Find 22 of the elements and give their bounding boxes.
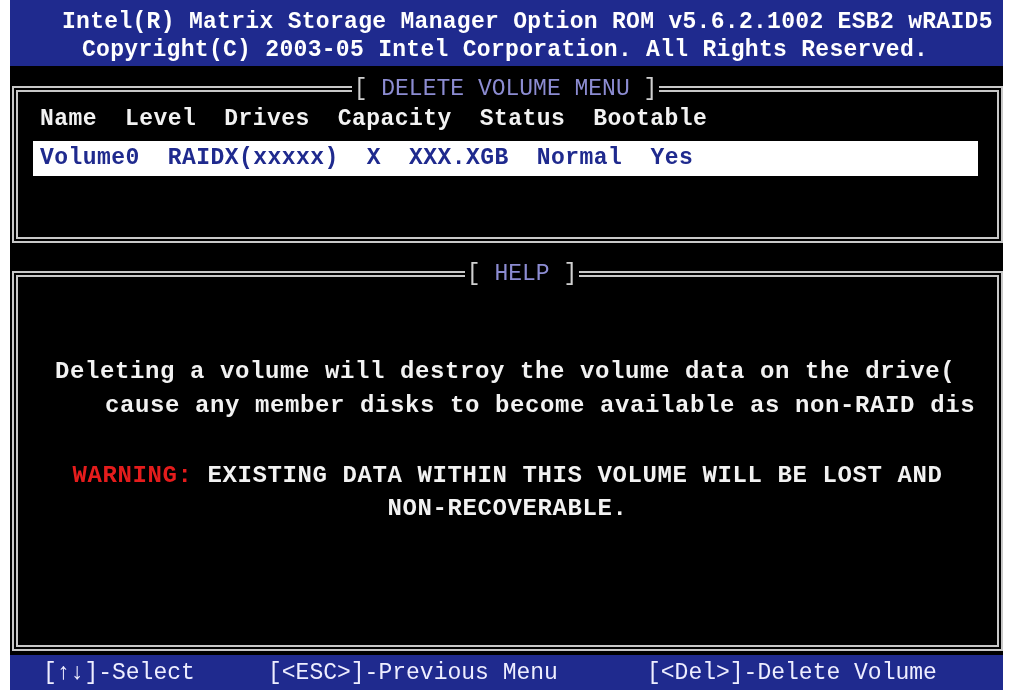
header-label: Capacity — [337, 105, 452, 133]
help-text: Deleting a volume will destroy the volume data on the drive( cause any member disks to become available as non-RAID dis — [55, 357, 976, 421]
header-label: Bootable — [593, 105, 708, 133]
header-label: Status — [479, 105, 566, 133]
panel-title: [ DELETE VOLUME MENU ] — [352, 77, 659, 101]
volume-field: RAIDX(xxxxx) — [167, 141, 339, 176]
key-hint: [<Del>]-Delete Volume — [647, 658, 937, 687]
volume-field: Volume0 — [40, 141, 140, 176]
header-label: Name — [40, 105, 97, 133]
header-label: Level — [125, 105, 197, 133]
panel-title: [ HELP ] — [465, 262, 579, 286]
key-hint: [<ESC>]-Previous Menu — [268, 658, 558, 687]
volume-field: X — [366, 141, 382, 176]
key-hint: [↑↓]-Select — [43, 658, 195, 687]
volume-field: XXX.XGB — [409, 141, 509, 176]
header-label: Drives — [224, 105, 310, 133]
volume-field: Yes — [650, 141, 694, 176]
warning-text: WARNING: EXISTING DATA WITHIN THIS VOLUME WILL BE LOST AND NON-RECOVERABLE. — [71, 461, 944, 524]
volume-field: Normal — [536, 141, 623, 176]
copyright-text: Copyright(C) 2003-05 Intel Corporation. All Rights Reserved. — [81, 36, 930, 64]
rom-title: Intel(R) Matrix Storage Manager Option ROM v5.6.2.1002 ESB2 wRAID5 — [61, 8, 994, 36]
volume-entry[interactable]: Volume0 RAIDX(xxxxx) X XXX.XGB Normal Yes — [33, 141, 978, 176]
